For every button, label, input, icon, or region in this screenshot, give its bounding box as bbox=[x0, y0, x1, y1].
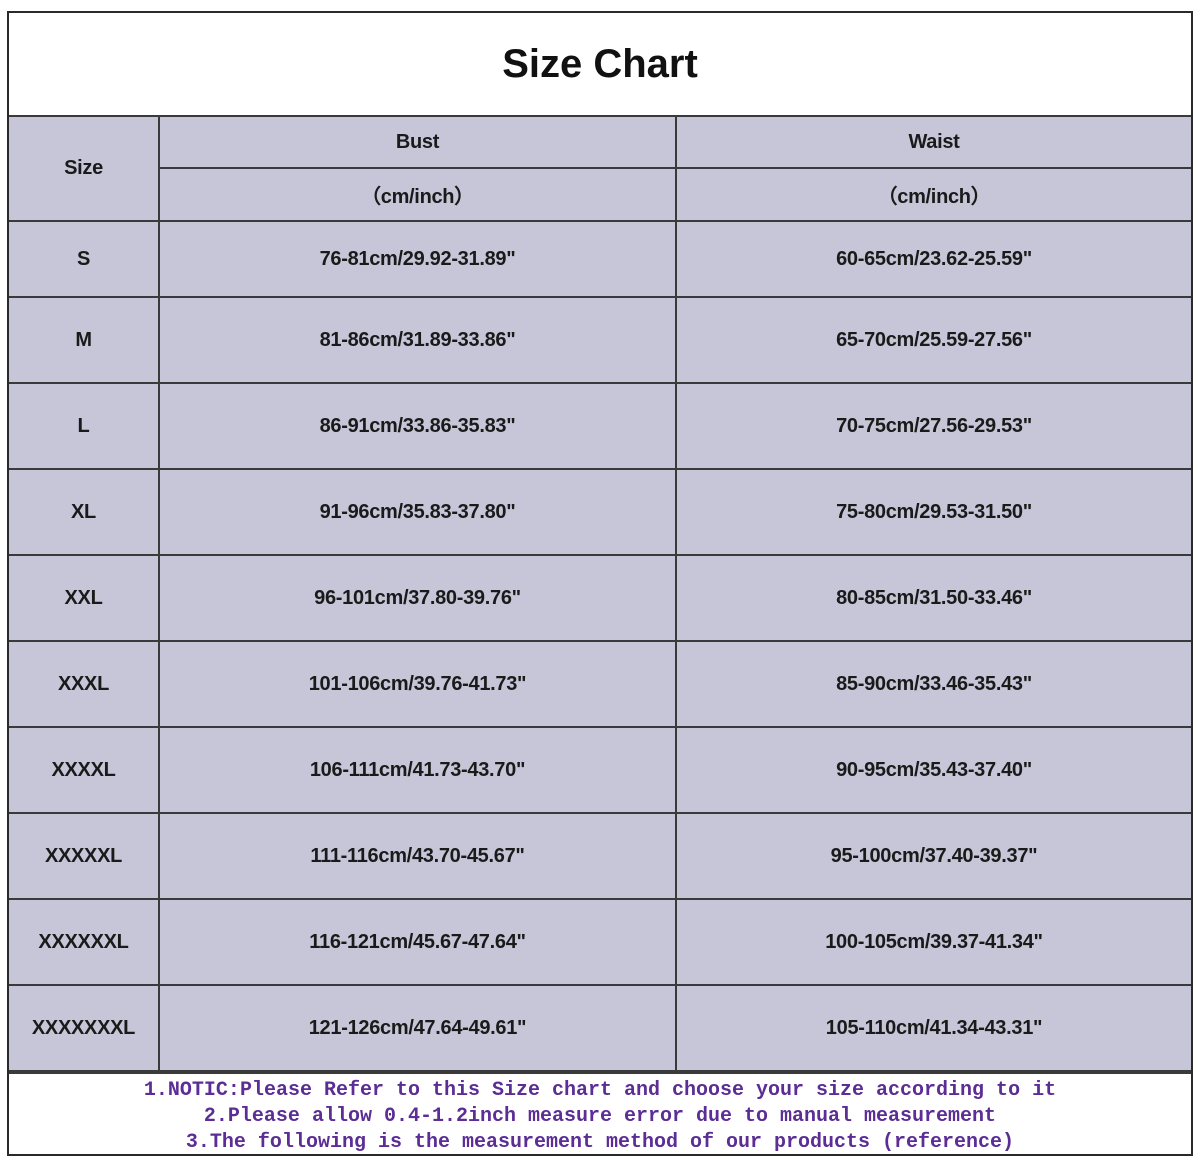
size-cell: XXXXXXL bbox=[9, 898, 160, 986]
size-cell: M bbox=[9, 296, 160, 384]
note-line: 3.The following is the measurement metho… bbox=[185, 1130, 1015, 1154]
waist-cell: 80-85cm/31.50-33.46" bbox=[675, 554, 1191, 642]
table-row: XXXXXXXL 121-126cm/47.64-49.61" 105-110c… bbox=[9, 984, 1191, 1072]
header-waist-unit: （cm/inch） bbox=[675, 167, 1191, 222]
table-header-row: Size Bust Waist bbox=[9, 117, 1191, 222]
table-row: M 81-86cm/31.89-33.86" 65-70cm/25.59-27.… bbox=[9, 296, 1191, 384]
bust-cell: 86-91cm/33.86-35.83" bbox=[158, 382, 677, 470]
size-cell: XXXXXXXL bbox=[9, 984, 160, 1072]
size-cell: L bbox=[9, 382, 160, 470]
table-unit-row: （cm/inch） （cm/inch） bbox=[9, 167, 1191, 222]
waist-cell: 105-110cm/41.34-43.31" bbox=[675, 984, 1191, 1072]
bust-cell: 106-111cm/41.73-43.70" bbox=[158, 726, 677, 814]
table-row: XXXXXXL 116-121cm/45.67-47.64" 100-105cm… bbox=[9, 898, 1191, 986]
waist-cell: 95-100cm/37.40-39.37" bbox=[675, 812, 1191, 900]
size-cell: XXXXL bbox=[9, 726, 160, 814]
size-cell: XXXXXL bbox=[9, 812, 160, 900]
waist-cell: 60-65cm/23.62-25.59" bbox=[675, 220, 1191, 298]
page-title: Size Chart bbox=[9, 13, 1191, 117]
header-bust-unit: （cm/inch） bbox=[159, 167, 677, 222]
waist-cell: 70-75cm/27.56-29.53" bbox=[675, 382, 1191, 470]
table-row: L 86-91cm/33.86-35.83" 70-75cm/27.56-29.… bbox=[9, 382, 1191, 470]
table-row: XXXL 101-106cm/39.76-41.73" 85-90cm/33.4… bbox=[9, 640, 1191, 728]
waist-cell: 65-70cm/25.59-27.56" bbox=[675, 296, 1191, 384]
size-cell: XL bbox=[9, 468, 160, 556]
header-bust: Bust bbox=[158, 117, 677, 169]
waist-cell: 75-80cm/29.53-31.50" bbox=[675, 468, 1191, 556]
size-chart-frame: Size Chart Size Bust Waist （cm/inch） （cm… bbox=[7, 11, 1193, 1156]
header-waist: Waist bbox=[675, 117, 1191, 169]
bust-cell: 96-101cm/37.80-39.76" bbox=[158, 554, 677, 642]
waist-cell: 100-105cm/39.37-41.34" bbox=[675, 898, 1191, 986]
table-row: XXXXXL 111-116cm/43.70-45.67" 95-100cm/3… bbox=[9, 812, 1191, 900]
bust-cell: 91-96cm/35.83-37.80" bbox=[158, 468, 677, 556]
size-cell: XXL bbox=[9, 554, 160, 642]
bust-cell: 76-81cm/29.92-31.89" bbox=[158, 220, 677, 298]
bust-cell: 121-126cm/47.64-49.61" bbox=[158, 984, 677, 1072]
waist-cell: 85-90cm/33.46-35.43" bbox=[675, 640, 1191, 728]
bust-cell: 111-116cm/43.70-45.67" bbox=[158, 812, 677, 900]
bust-cell: 81-86cm/31.89-33.86" bbox=[158, 296, 677, 384]
notes-block: 1.NOTIC:Please Refer to this Size chart … bbox=[9, 1072, 1191, 1159]
note-line: 1.NOTIC:Please Refer to this Size chart … bbox=[143, 1078, 1057, 1102]
size-cell: S bbox=[9, 220, 160, 298]
header-size: Size bbox=[9, 117, 160, 222]
table-row: XL 91-96cm/35.83-37.80" 75-80cm/29.53-31… bbox=[9, 468, 1191, 556]
bust-cell: 116-121cm/45.67-47.64" bbox=[158, 898, 677, 986]
size-table: Size Bust Waist （cm/inch） （cm/inch） S 76… bbox=[9, 117, 1191, 1072]
table-row: XXXXL 106-111cm/41.73-43.70" 90-95cm/35.… bbox=[9, 726, 1191, 814]
table-row: XXL 96-101cm/37.80-39.76" 80-85cm/31.50-… bbox=[9, 554, 1191, 642]
table-row: S 76-81cm/29.92-31.89" 60-65cm/23.62-25.… bbox=[9, 220, 1191, 298]
note-line: 2.Please allow 0.4-1.2inch measure error… bbox=[203, 1104, 997, 1128]
bust-cell: 101-106cm/39.76-41.73" bbox=[158, 640, 677, 728]
waist-cell: 90-95cm/35.43-37.40" bbox=[675, 726, 1191, 814]
size-cell: XXXL bbox=[9, 640, 160, 728]
